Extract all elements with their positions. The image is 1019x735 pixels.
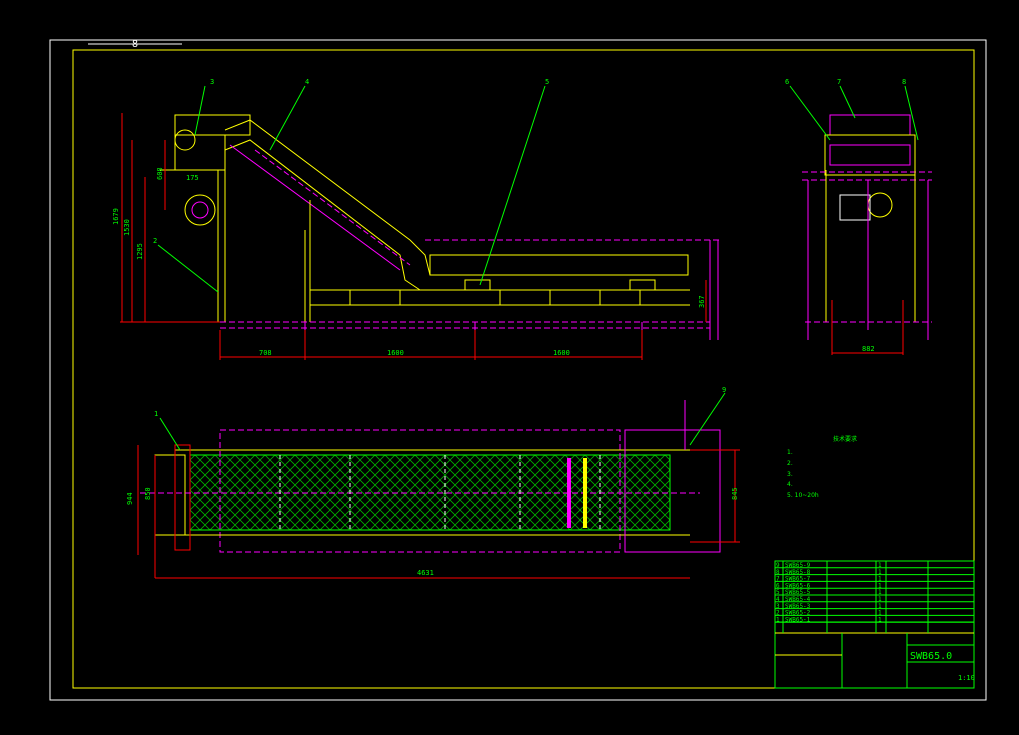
dim-1295: 1295 (136, 243, 144, 260)
plan-view: 944 850 845 4631 (126, 400, 740, 579)
parts-code: SWB65-1 (785, 616, 811, 623)
dim-708: 708 (259, 349, 272, 357)
balloon-4: 4 (305, 78, 309, 86)
dim-845: 845 (731, 487, 739, 500)
scale: 1:10 (958, 674, 975, 682)
dim-1600-a: 1600 (387, 349, 404, 357)
balloon-2: 2 (153, 237, 157, 245)
side-view: 882 (802, 114, 932, 355)
sheet-number: 8 (132, 39, 138, 50)
inner-border (72, 49, 975, 689)
dim-882: 882 (862, 345, 875, 353)
balloon-7: 7 (837, 78, 841, 86)
balloon-3: 3 (210, 78, 214, 86)
dim-608: 608 (156, 167, 164, 180)
note-3: 3. (787, 471, 793, 478)
balloon-9: 9 (722, 386, 726, 394)
front-dimensions: 1679 1530 1295 608 175 708 1600 1600 367 (112, 113, 707, 360)
drawing-number: SWB65.0 (910, 651, 952, 662)
dim-850: 850 (144, 487, 152, 500)
dim-4631: 4631 (417, 569, 434, 577)
dim-1530: 1530 (123, 219, 131, 236)
note-4: 4. (787, 481, 793, 488)
outer-border (49, 39, 987, 701)
note-2: 2. (787, 460, 793, 467)
note-1: 1. (787, 449, 793, 456)
front-view (160, 114, 720, 340)
dim-1679: 1679 (112, 208, 120, 225)
balloon-6: 6 (785, 78, 789, 86)
parts-list: 9 SWB65-9 18 SWB65-8 17 SWB65-7 16 SWB65-6 15 SWB… (775, 562, 974, 623)
dim-944: 944 (126, 492, 134, 505)
technical-notes: 技术要求 1. 2. 3. 4. 5. 10~20h (787, 435, 857, 499)
note-5: 5. 10~20h (787, 492, 819, 499)
dim-1600-b: 1600 (553, 349, 570, 357)
balloon-5: 5 (545, 78, 549, 86)
balloon-8: 8 (902, 78, 906, 86)
parts-no: 1 (776, 616, 780, 623)
parts-row: 1 SWB65-1 1 (775, 616, 974, 623)
parts-qty: 1 (878, 616, 882, 623)
notes-heading: 技术要求 (833, 435, 857, 443)
dim-175: 175 (186, 174, 199, 182)
dim-367: 367 (698, 295, 706, 308)
cad-drawing: 8 1679 1530 1295 608 175 708 1600 1600 3… (49, 39, 987, 701)
balloon-1: 1 (154, 410, 158, 418)
